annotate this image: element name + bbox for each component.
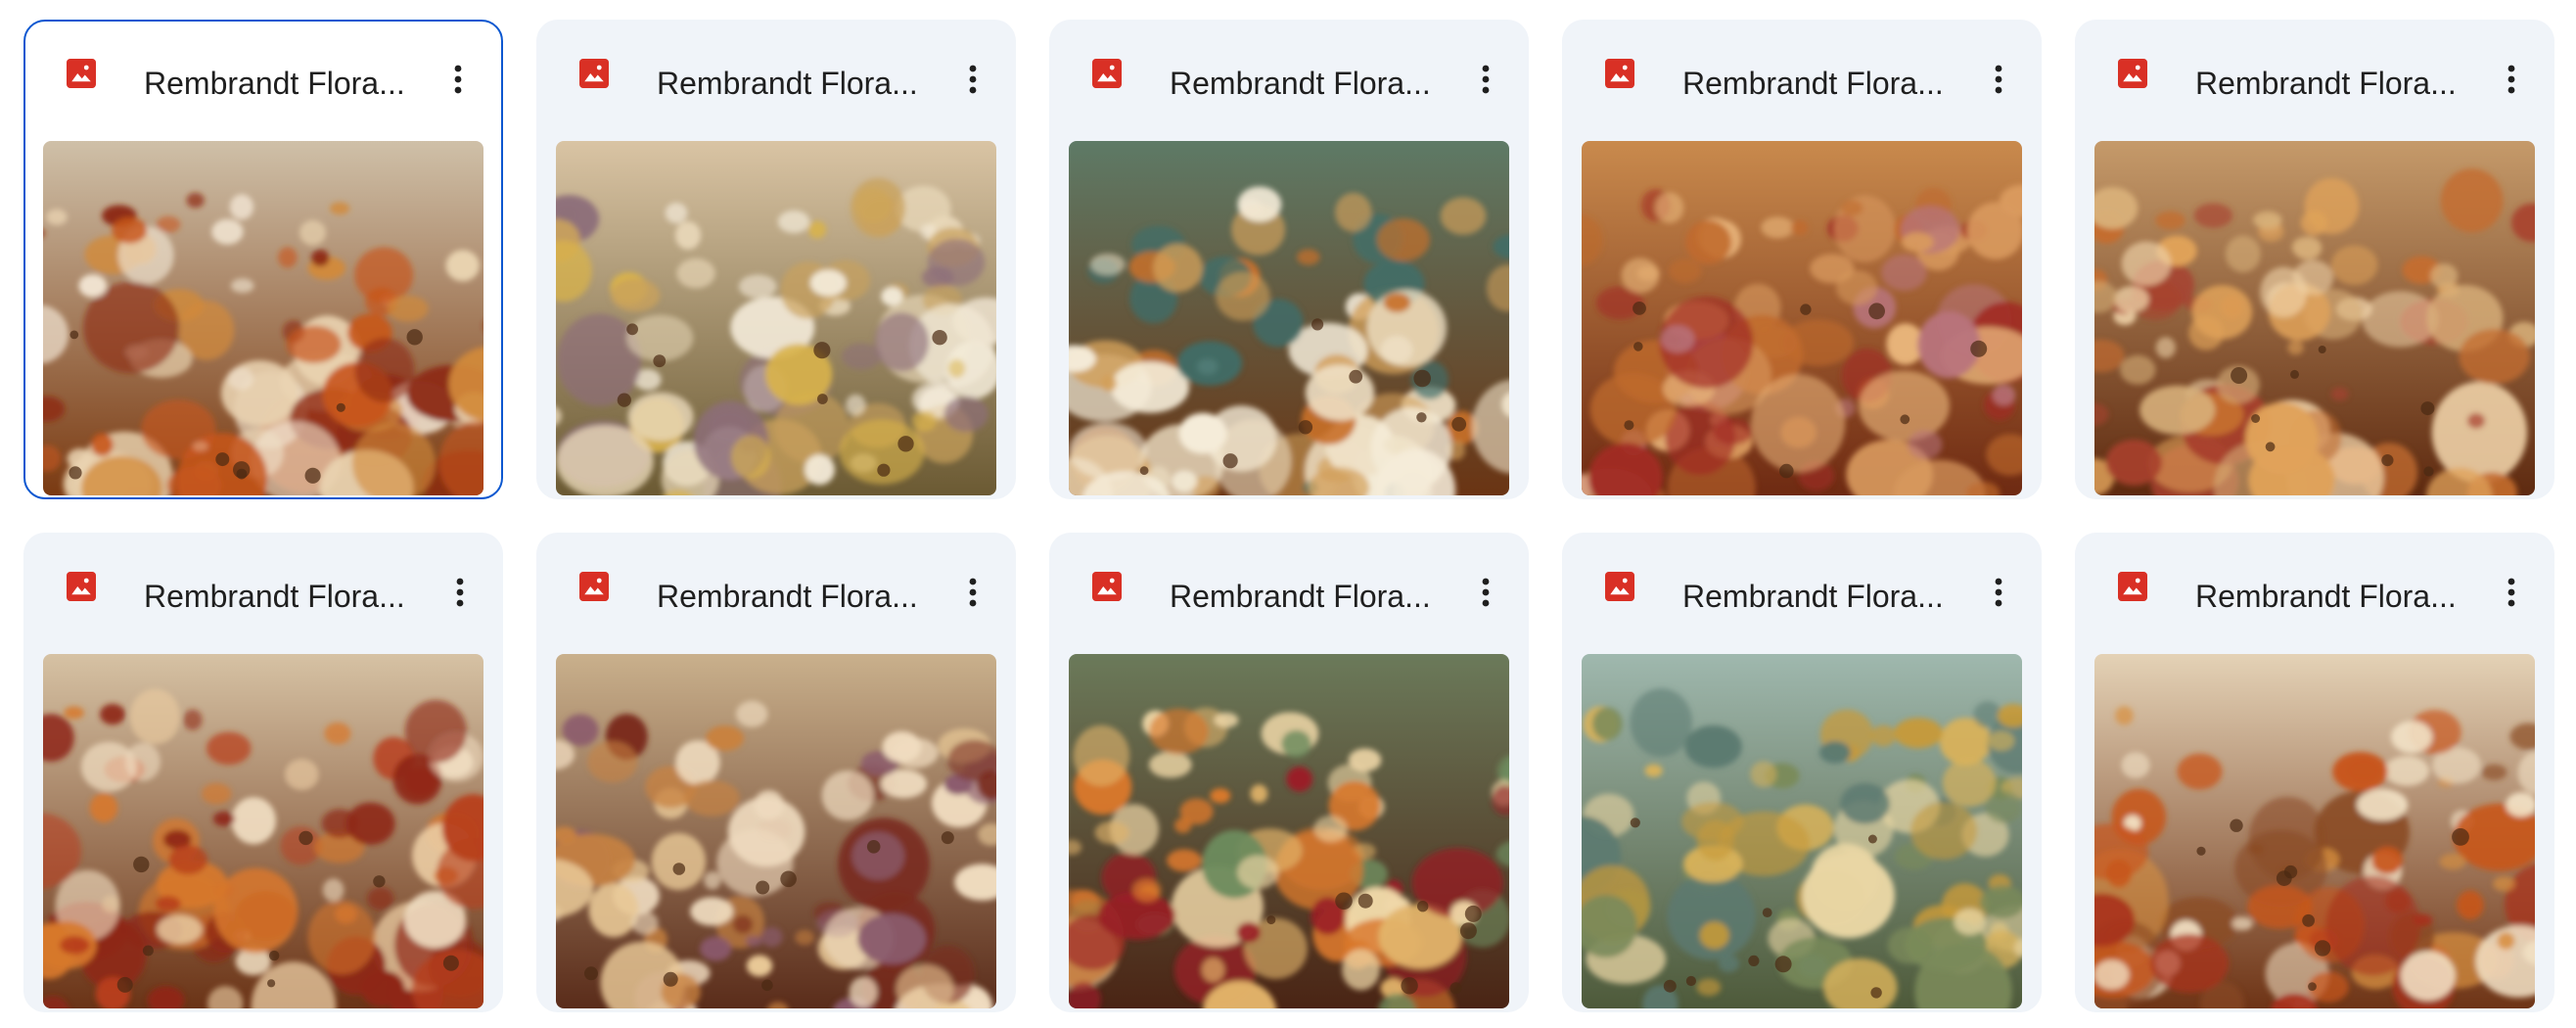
more-actions-button[interactable] [2496, 572, 2527, 613]
more-actions-button[interactable] [444, 572, 476, 613]
file-name: Rembrandt Flora... [1682, 581, 1944, 612]
file-card[interactable]: Rembrandt Flora... [1562, 20, 2042, 499]
more-vert-icon [456, 578, 464, 607]
file-thumbnail[interactable] [2094, 654, 2535, 1008]
file-card[interactable]: Rembrandt Flora... [1049, 533, 1529, 1012]
file-name: Rembrandt Flora... [657, 68, 918, 99]
image-file-icon [576, 569, 612, 604]
file-card-header: Rembrandt Flora... [23, 533, 503, 634]
image-file-icon [576, 56, 612, 91]
file-grid: Rembrandt Flora... Rembrandt Flora... Remb… [0, 0, 2576, 1028]
file-thumbnail[interactable] [1069, 141, 1509, 495]
file-name: Rembrandt Flora... [657, 581, 918, 612]
file-thumbnail[interactable] [556, 654, 996, 1008]
file-card-header: Rembrandt Flora... [2075, 20, 2554, 121]
file-thumbnail[interactable] [1582, 141, 2022, 495]
file-card[interactable]: Rembrandt Flora... [536, 20, 1016, 499]
image-file-icon [1602, 569, 1637, 604]
file-thumbnail[interactable] [556, 141, 996, 495]
file-name: Rembrandt Flora... [1170, 68, 1431, 99]
image-file-icon [2115, 569, 2150, 604]
more-vert-icon [1482, 65, 1490, 94]
image-file-icon [64, 56, 99, 91]
more-actions-button[interactable] [2496, 59, 2527, 100]
file-card[interactable]: Rembrandt Flora... [1049, 20, 1529, 499]
file-card-header: Rembrandt Flora... [536, 533, 1016, 634]
file-card[interactable]: Rembrandt Flora... [2075, 20, 2554, 499]
more-vert-icon [969, 65, 977, 94]
more-vert-icon [969, 578, 977, 607]
file-name: Rembrandt Flora... [144, 581, 405, 612]
file-name: Rembrandt Flora... [1682, 68, 1944, 99]
file-name: Rembrandt Flora... [144, 68, 405, 99]
file-thumbnail[interactable] [1582, 654, 2022, 1008]
more-vert-icon [454, 65, 462, 94]
file-thumbnail[interactable] [43, 141, 483, 495]
file-card-header: Rembrandt Flora... [1049, 20, 1529, 121]
more-actions-button[interactable] [1470, 572, 1501, 613]
more-actions-button[interactable] [1470, 59, 1501, 100]
file-card[interactable]: Rembrandt Flora... [23, 533, 503, 1012]
more-actions-button[interactable] [442, 59, 474, 100]
more-actions-button[interactable] [957, 572, 989, 613]
file-thumbnail[interactable] [43, 654, 483, 1008]
file-card-header: Rembrandt Flora... [536, 20, 1016, 121]
file-thumbnail[interactable] [2094, 141, 2535, 495]
image-file-icon [1089, 56, 1125, 91]
image-file-icon [64, 569, 99, 604]
file-card-header: Rembrandt Flora... [1049, 533, 1529, 634]
image-file-icon [1089, 569, 1125, 604]
file-card[interactable]: Rembrandt Flora... [1562, 533, 2042, 1012]
file-card[interactable]: Rembrandt Flora... [536, 533, 1016, 1012]
file-card-header: Rembrandt Flora... [23, 20, 501, 121]
more-vert-icon [1995, 578, 2002, 607]
more-actions-button[interactable] [957, 59, 989, 100]
file-name: Rembrandt Flora... [1170, 581, 1431, 612]
more-vert-icon [1482, 578, 1490, 607]
image-file-icon [2115, 56, 2150, 91]
more-vert-icon [1995, 65, 2002, 94]
more-vert-icon [2507, 578, 2515, 607]
file-card[interactable]: Rembrandt Flora... [2075, 533, 2554, 1012]
file-name: Rembrandt Flora... [2195, 68, 2457, 99]
file-card-header: Rembrandt Flora... [1562, 533, 2042, 634]
more-actions-button[interactable] [1983, 59, 2014, 100]
more-actions-button[interactable] [1983, 572, 2014, 613]
file-card-header: Rembrandt Flora... [2075, 533, 2554, 634]
more-vert-icon [2507, 65, 2515, 94]
file-thumbnail[interactable] [1069, 654, 1509, 1008]
file-card[interactable]: Rembrandt Flora... [23, 20, 503, 499]
image-file-icon [1602, 56, 1637, 91]
file-name: Rembrandt Flora... [2195, 581, 2457, 612]
file-card-header: Rembrandt Flora... [1562, 20, 2042, 121]
